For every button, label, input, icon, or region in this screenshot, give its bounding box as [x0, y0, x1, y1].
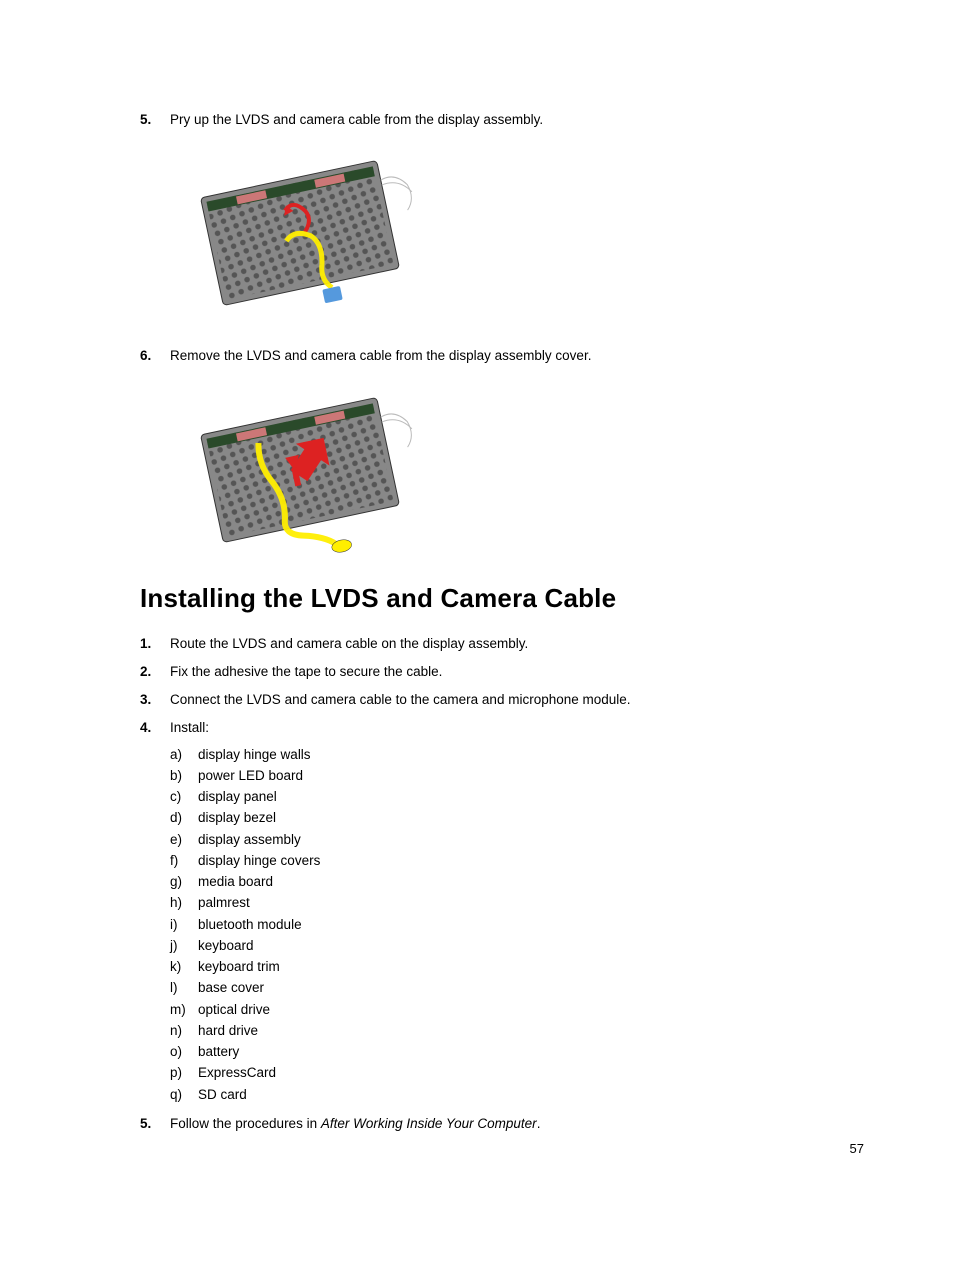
install-step-2: 2. Fix the adhesive the tape to secure t…: [140, 662, 864, 682]
step-number: 4.: [140, 718, 170, 1106]
step-number: 3.: [140, 690, 170, 710]
figure-step5: [170, 138, 864, 328]
step-text: Pry up the LVDS and camera cable from th…: [170, 110, 864, 130]
install-step-1: 1. Route the LVDS and camera cable on th…: [140, 634, 864, 654]
sub-item-q: q)SD card: [170, 1085, 864, 1105]
install-step-4: 4. Install: a)display hinge walls b)powe…: [140, 718, 864, 1106]
sub-item-h: h)palmrest: [170, 893, 864, 913]
sub-item-g: g)media board: [170, 872, 864, 892]
sub-item-k: k)keyboard trim: [170, 957, 864, 977]
reference-link: After Working Inside Your Computer: [321, 1116, 537, 1131]
step-4-label: Install:: [170, 720, 209, 735]
step-text: Follow the procedures in After Working I…: [170, 1114, 864, 1134]
sub-item-e: e)display assembly: [170, 830, 864, 850]
section-heading: Installing the LVDS and Camera Cable: [140, 583, 864, 614]
sub-item-a: a)display hinge walls: [170, 745, 864, 765]
step-text: Connect the LVDS and camera cable to the…: [170, 690, 864, 710]
sub-item-i: i)bluetooth module: [170, 915, 864, 935]
step-number: 5.: [140, 1114, 170, 1134]
sub-item-p: p)ExpressCard: [170, 1063, 864, 1083]
step-text: Install: a)display hinge walls b)power L…: [170, 718, 864, 1106]
install-sublist: a)display hinge walls b)power LED board …: [170, 745, 864, 1105]
sub-item-o: o)battery: [170, 1042, 864, 1062]
display-assembly-figure-1: [170, 138, 430, 328]
install-step-5: 5. Follow the procedures in After Workin…: [140, 1114, 864, 1134]
page-number: 57: [850, 1141, 864, 1156]
sub-item-d: d)display bezel: [170, 808, 864, 828]
display-assembly-figure-2: [170, 375, 430, 565]
step-number: 1.: [140, 634, 170, 654]
step-text: Route the LVDS and camera cable on the d…: [170, 634, 864, 654]
step-6: 6. Remove the LVDS and camera cable from…: [140, 346, 864, 366]
sub-item-m: m)optical drive: [170, 1000, 864, 1020]
sub-item-c: c)display panel: [170, 787, 864, 807]
step-number: 6.: [140, 346, 170, 366]
figure-step6: [170, 375, 864, 565]
sub-item-n: n)hard drive: [170, 1021, 864, 1041]
step-text: Fix the adhesive the tape to secure the …: [170, 662, 864, 682]
sub-item-j: j)keyboard: [170, 936, 864, 956]
step-number: 5.: [140, 110, 170, 130]
step-text: Remove the LVDS and camera cable from th…: [170, 346, 864, 366]
sub-item-b: b)power LED board: [170, 766, 864, 786]
step-number: 2.: [140, 662, 170, 682]
sub-item-f: f)display hinge covers: [170, 851, 864, 871]
sub-item-l: l)base cover: [170, 978, 864, 998]
install-step-3: 3. Connect the LVDS and camera cable to …: [140, 690, 864, 710]
step-5: 5. Pry up the LVDS and camera cable from…: [140, 110, 864, 130]
